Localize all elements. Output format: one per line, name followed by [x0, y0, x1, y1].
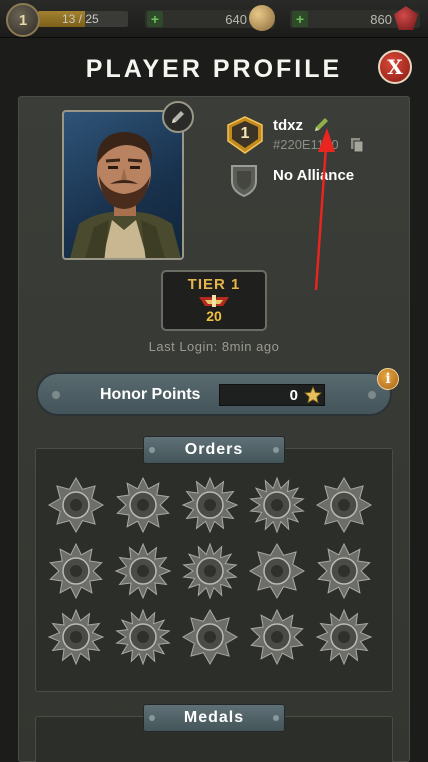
pencil-icon	[172, 111, 184, 123]
coins-value: 640	[225, 12, 247, 27]
number-one-order-icon[interactable]	[114, 542, 172, 600]
info-icon: i	[385, 371, 391, 387]
star-icon	[304, 386, 322, 404]
honor-points-value: 0	[289, 387, 298, 404]
player-avatar[interactable]	[62, 110, 184, 260]
player-level-value: 1	[18, 11, 28, 29]
edit-avatar-button[interactable]	[162, 101, 194, 133]
page-title: PLAYER PROFILE	[85, 55, 343, 83]
edit-name-button[interactable]	[313, 115, 331, 133]
pencil-icon	[315, 118, 328, 131]
cog-order-icon[interactable]	[248, 608, 306, 666]
rivet-icon	[368, 391, 376, 399]
alliance-shield-icon	[230, 163, 258, 198]
plane-order-icon[interactable]	[114, 608, 172, 666]
crosshair-order-icon[interactable]	[47, 542, 105, 600]
soldier-portrait-icon	[70, 132, 181, 258]
silver-star-order-icon[interactable]	[315, 608, 373, 666]
wreath-order-icon[interactable]	[181, 476, 239, 534]
sunburst-order-icon[interactable]	[248, 476, 306, 534]
star-order-icon[interactable]	[47, 476, 105, 534]
copy-icon	[351, 138, 364, 153]
gems-value: 860	[370, 12, 392, 27]
tank-order-icon[interactable]	[315, 476, 373, 534]
coins-resource: + 640	[145, 5, 275, 31]
gems-resource: + 860	[290, 6, 420, 30]
tier-label: TIER 1	[187, 276, 241, 293]
honor-points-field: 0	[219, 384, 325, 406]
winged-skull-order-icon[interactable]	[181, 542, 239, 600]
globe-order-icon[interactable]	[181, 608, 239, 666]
add-gems-button[interactable]: +	[292, 11, 308, 27]
gem-icon	[394, 6, 418, 30]
honor-points-bar: Honor Points 0	[36, 372, 392, 416]
tier-box[interactable]: TIER 1 20	[161, 270, 267, 331]
ring-order-icon[interactable]	[315, 542, 373, 600]
orders-header: Orders	[143, 436, 285, 464]
rank-badge: 1	[226, 115, 264, 155]
medals-header: Medals	[143, 704, 285, 732]
orders-grid	[47, 476, 381, 672]
resource-bar: 1 13 / 25 + 640 + 860	[0, 0, 428, 38]
xp-text: 13 / 25	[62, 12, 99, 26]
player-level-badge[interactable]: 1	[6, 3, 40, 37]
eagle-order-icon[interactable]	[114, 476, 172, 534]
close-button[interactable]: X	[378, 50, 412, 84]
add-coins-button[interactable]: +	[147, 11, 163, 27]
player-id: #220E1130	[273, 137, 339, 152]
coin-icon	[249, 5, 275, 31]
rank-value: 1	[240, 125, 250, 142]
tier-value: 20	[206, 308, 222, 324]
winged-star-order-icon[interactable]	[248, 542, 306, 600]
last-login: Last Login: 8min ago	[148, 339, 280, 354]
honor-points-label: Honor Points	[100, 386, 201, 403]
rivet-icon	[52, 391, 60, 399]
copy-id-button[interactable]	[350, 137, 364, 153]
cross-order-icon[interactable]	[47, 608, 105, 666]
player-name: tdxz	[273, 117, 303, 134]
tier-emblem-icon	[199, 295, 229, 307]
honor-info-button[interactable]: i	[377, 368, 399, 390]
alliance-name: No Alliance	[273, 167, 355, 184]
close-icon: X	[387, 55, 403, 79]
